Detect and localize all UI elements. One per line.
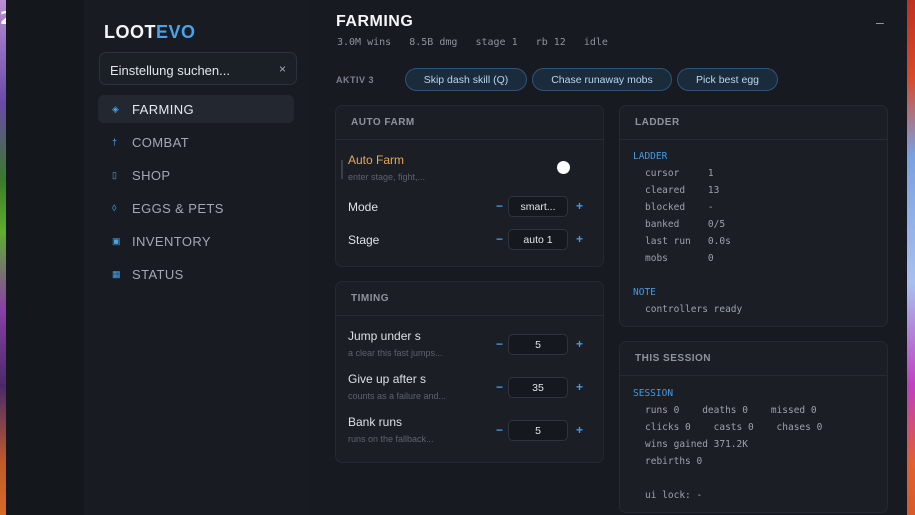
- autofarm-toggle-label: Auto Farm: [348, 153, 405, 167]
- active-pill-best-egg[interactable]: Pick best egg: [677, 68, 778, 91]
- give-up-value[interactable]: 35: [508, 377, 568, 398]
- ladder-banked: banked 0/5: [645, 219, 726, 230]
- give-up-label: Give up after s: [348, 372, 427, 386]
- note-label: NOTE: [633, 287, 656, 298]
- sidebar-item-status[interactable]: ▦ STATUS: [98, 260, 294, 288]
- note-text: controllers ready: [645, 304, 743, 315]
- ladder-last-run: last run 0.0s: [645, 236, 731, 247]
- settings-search-input[interactable]: Einstellung suchen... ×: [99, 52, 297, 85]
- page-title: FARMING: [336, 13, 414, 30]
- stage-value[interactable]: auto 1: [508, 229, 568, 250]
- inventory-icon: ▣: [112, 235, 121, 246]
- sidebar-item-farming[interactable]: ◈ FARMING: [98, 95, 294, 123]
- mode-value[interactable]: smart...: [508, 196, 568, 217]
- game-background-right: [907, 0, 915, 515]
- give-up-increment-button[interactable]: +: [576, 380, 583, 394]
- sidebar-item-combat[interactable]: † COMBAT: [98, 128, 294, 156]
- mode-label: Mode: [348, 200, 379, 214]
- sidebar-item-label: SHOP: [132, 167, 171, 183]
- bank-runs-label: Bank runs: [348, 415, 403, 429]
- ladder-cleared: cleared 13: [645, 185, 720, 196]
- give-up-decrement-button[interactable]: −: [496, 380, 503, 394]
- ladder-card: LADDER: [619, 105, 888, 327]
- sidebar-strip: [6, 0, 84, 515]
- bank-runs-decrement-button[interactable]: −: [496, 423, 503, 437]
- sidebar-item-label: STATUS: [132, 266, 184, 282]
- jump-under-hint: a clear this fast jumps...: [348, 348, 443, 358]
- jump-under-decrement-button[interactable]: −: [496, 337, 503, 351]
- autofarm-toggle[interactable]: [548, 159, 584, 177]
- clear-search-icon[interactable]: ×: [279, 62, 286, 76]
- session-section-label: SESSION: [633, 388, 674, 399]
- session-wins-gained: wins gained 371.2K: [645, 439, 748, 450]
- bank-runs-value[interactable]: 5: [508, 420, 568, 441]
- session-ui-lock: ui lock: -: [645, 490, 703, 501]
- ladder-cursor: cursor 1: [645, 168, 714, 179]
- autofarm-toggle-hint: enter stage, fight,...: [348, 172, 426, 182]
- mode-increment-button[interactable]: +: [576, 199, 583, 213]
- jump-under-increment-button[interactable]: +: [576, 337, 583, 351]
- status-icon: ▦: [112, 268, 121, 279]
- logo-accent: EVO: [156, 22, 196, 42]
- timing-heading: TIMING: [336, 282, 603, 316]
- autofarm-heading: AUTO FARM: [336, 106, 603, 140]
- sidebar-item-label: FARMING: [132, 101, 195, 117]
- active-pill-chase-mobs[interactable]: Chase runaway mobs: [532, 68, 672, 91]
- shop-icon: ▯: [112, 169, 118, 180]
- sidebar-item-eggs-pets[interactable]: ◊ EGGS & PETS: [98, 194, 294, 222]
- ladder-section-label: LADDER: [633, 151, 668, 162]
- autofarm-marker: [341, 160, 343, 179]
- dagger-icon: †: [112, 137, 118, 147]
- bank-runs-increment-button[interactable]: +: [576, 423, 583, 437]
- stage-label: Stage: [348, 233, 380, 247]
- jump-under-label: Jump under s: [348, 329, 421, 343]
- sidebar-item-label: EGGS & PETS: [132, 200, 224, 216]
- active-count: AKTIV 3: [336, 75, 375, 85]
- session-rebirths: rebirths 0: [645, 456, 703, 467]
- stats-line: 3.0M wins 8.5B dmg stage 1 rb 12 idle: [337, 37, 608, 48]
- toggle-knob: [557, 161, 570, 174]
- minimize-button[interactable]: –: [876, 14, 884, 30]
- ladder-mobs: mobs 0: [645, 253, 714, 264]
- logo-main: LOOT: [104, 22, 156, 42]
- active-pill-skip-dash[interactable]: Skip dash skill (Q): [405, 68, 527, 91]
- stage-decrement-button[interactable]: −: [496, 232, 503, 246]
- session-heading: THIS SESSION: [620, 342, 887, 376]
- sidebar-item-shop[interactable]: ▯ SHOP: [98, 161, 294, 189]
- jump-under-value[interactable]: 5: [508, 334, 568, 355]
- sidebar-item-label: COMBAT: [132, 134, 190, 150]
- sidebar-item-label: INVENTORY: [132, 233, 211, 249]
- session-clicks: clicks 0 casts 0 chases 0: [645, 422, 823, 433]
- give-up-hint: counts as a failure and...: [348, 391, 447, 401]
- mode-decrement-button[interactable]: −: [496, 199, 503, 213]
- search-placeholder: Einstellung suchen...: [110, 63, 230, 78]
- sidebar-item-inventory[interactable]: ▣ INVENTORY: [98, 227, 294, 255]
- sidebar-nav: ◈ FARMING † COMBAT ▯ SHOP ◊ EGGS & PETS …: [98, 95, 294, 293]
- ladder-blocked: blocked -: [645, 202, 714, 213]
- stage-increment-button[interactable]: +: [576, 232, 583, 246]
- egg-icon: ◊: [112, 203, 117, 213]
- farming-icon: ◈: [112, 103, 120, 114]
- session-runs: runs 0 deaths 0 missed 0: [645, 405, 817, 416]
- app-logo: LOOTEVO: [104, 22, 196, 43]
- ladder-heading: LADDER: [620, 106, 887, 140]
- bank-runs-hint: runs on the fallback...: [348, 434, 434, 444]
